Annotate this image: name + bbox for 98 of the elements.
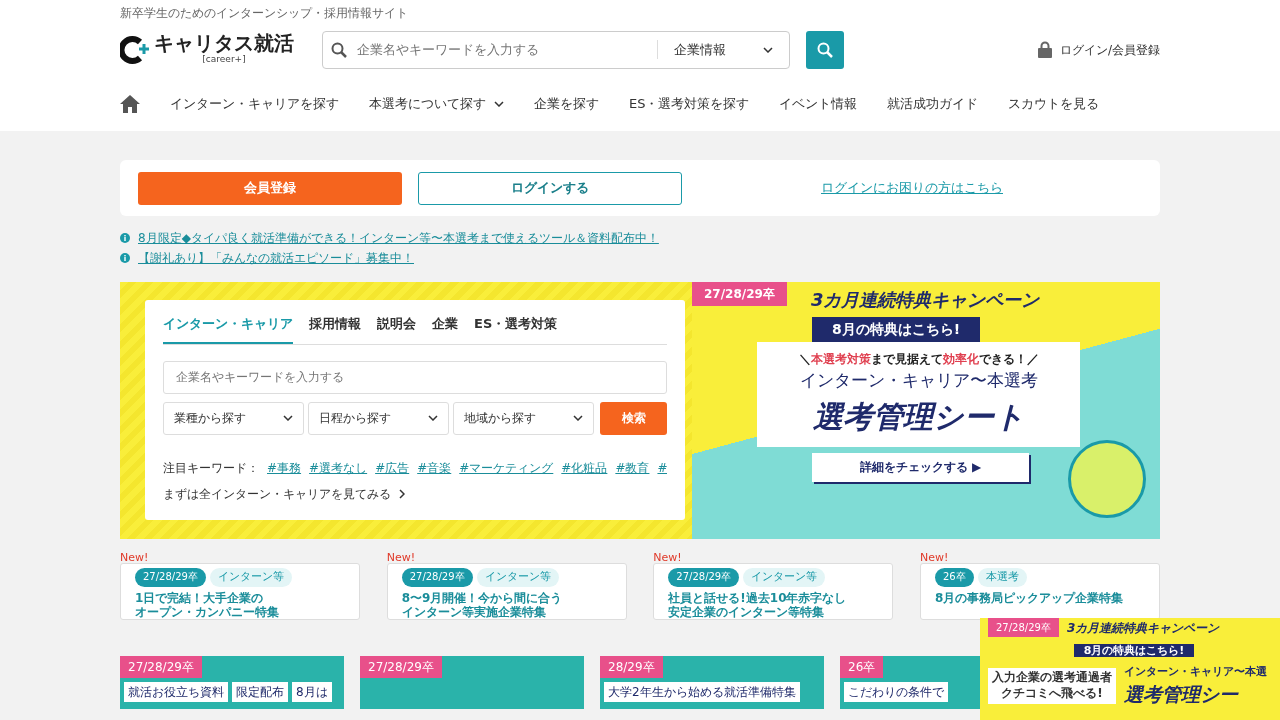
chevron-down-icon [763, 46, 773, 53]
year-tag: 28/29卒 [600, 656, 663, 678]
new-label: New! [120, 552, 150, 563]
campaign-subtitle: インターン・キャリア〜本選考 [798, 369, 1039, 392]
search-tab[interactable]: 採用情報 [309, 300, 361, 344]
feature-tag: 26卒 [934, 568, 974, 587]
campaign-title: 3カ月連続特典キャンペーン [810, 288, 1040, 312]
feature-title: 8〜9月開催！今から間に合う [401, 590, 564, 605]
campaign-catchphrase: ＼本選考対策まで見据えて効率化できる！／ [797, 351, 1040, 368]
keyword-field[interactable]: 企業名やキーワードを入力する [163, 360, 667, 394]
feature-title: オープン・カンパニー特集 [135, 604, 280, 620]
campaign-headline: 選考管理シート [811, 397, 1026, 436]
nav-link[interactable]: インターン・キャリアを探す [170, 94, 339, 114]
feature-title: インターン等実施企業特集 [401, 604, 547, 620]
new-label: New! [653, 552, 683, 563]
nav-link[interactable]: イベント情報 [779, 94, 858, 114]
thumbnail-text: 8月は [292, 682, 332, 702]
feature-title: 社員と話せる!過去10年赤字なし [668, 590, 848, 605]
logo-icon [120, 35, 150, 64]
search-tab[interactable]: ES・選考対策 [474, 300, 558, 344]
year-tag: 27/28/29卒 [120, 656, 202, 678]
feature-card[interactable]: 26卒 本選考 8月の事務局ピックアップ企業特集 [919, 563, 1160, 620]
thumbnail-text: 大学2年生から始める就活準備特集 [604, 682, 800, 702]
filter-select[interactable]: 業種から探す [163, 401, 304, 435]
campaign-ribbon: 8月の特典はこちら! [811, 317, 981, 342]
year-tag: 26卒 [840, 656, 884, 678]
keywords-label: 注目キーワード： [163, 459, 259, 477]
feature-title: 安定企業のインターン等特集 [668, 604, 825, 620]
feature-tag: インターン等 [209, 568, 292, 587]
search-tab[interactable]: 企業 [432, 300, 458, 344]
keyword-link[interactable]: #化粧品 [561, 458, 608, 477]
chevron-down-icon [573, 415, 583, 421]
article-thumbnail[interactable]: 27/28/29卒 就活お役立ち資料 限定配布 8月は [120, 656, 344, 709]
year-tag: 27/28/29卒 [360, 656, 442, 678]
new-label: New! [919, 552, 950, 563]
nav-link[interactable]: 就活成功ガイド [887, 94, 979, 114]
lock-icon [1037, 41, 1052, 58]
chevron-down-icon [428, 415, 438, 421]
category-select[interactable]: 企業情報 [657, 39, 789, 60]
campaign-banner[interactable]: 27/28/29卒 3カ月連続特典キャンペーン 8月の特典はこちら! ＼本選考対策まで見据えて効率化できる！／ インターン・キャリア〜本選考 選考管理シート 詳細をチェックする ▶ [692, 282, 1160, 539]
nav-link[interactable]: 本選考について探す [369, 94, 504, 114]
campaign-headline: 選考管理シー [1124, 682, 1240, 707]
chevron-down-icon [283, 415, 293, 421]
keyword-link[interactable]: #事務 [267, 458, 302, 477]
details-button[interactable]: 詳細をチェックする ▶ [812, 452, 1029, 482]
feature-tag: 27/28/29卒 [668, 568, 740, 587]
chevron-right-icon [399, 488, 405, 499]
feature-title: 8月の事務局ピックアップ企業特集 [934, 590, 1125, 605]
nav-link[interactable]: 企業を探す [534, 94, 599, 114]
keyword-link[interactable]: #音楽 [417, 458, 452, 477]
filter-select[interactable]: 地域から探す [453, 401, 594, 435]
keyword-link[interactable]: #広告 [375, 458, 410, 477]
keyword-link[interactable]: #教育 [615, 458, 650, 477]
logo-text: キャリタス就活 [154, 32, 294, 53]
feature-card[interactable]: 27/28/29卒 インターン等 8〜9月開催！今から間に合う インターン等実施企業特集 [386, 563, 627, 620]
login-link[interactable]: ログイン/会員登録 [1059, 40, 1160, 59]
feature-tag: インターン等 [743, 568, 826, 587]
feature-card[interactable]: 27/28/29卒 インターン等 1日で完結！大手企業の オープン・カンパニー特集 [120, 563, 360, 620]
logo-subtext: [career+] [201, 53, 247, 66]
keyword-link[interactable]: #選考なし [309, 458, 368, 477]
login-button[interactable]: ログインする [418, 171, 682, 205]
campaign-catchphrase: 入力企業の選考通過者 クチコミへ飛べる! [988, 668, 1116, 704]
feature-tag: 本選考 [977, 568, 1027, 587]
feature-title: 1日で完結！大手企業の [135, 590, 265, 605]
all-listings-link[interactable]: まずは全インターン・キャリアを見てみる [163, 484, 391, 503]
search-icon [817, 41, 833, 58]
search-field[interactable]: 企業名やキーワードを入力する 企業情報 [322, 30, 790, 69]
notice-link[interactable]: 【謝礼あり】「みんなの就活エピソード」募集中！ [138, 249, 414, 267]
search-button[interactable] [806, 30, 844, 69]
thumbnail-text: こだわりの条件で [844, 682, 948, 702]
nav-link[interactable]: ES・選考対策を探す [629, 94, 750, 114]
year-tag: 27/28/29卒 [692, 282, 787, 306]
search-tab[interactable]: 説明会 [377, 300, 416, 344]
home-icon[interactable] [120, 95, 140, 113]
filter-select[interactable]: 日程から探す [308, 401, 449, 435]
login-help-link[interactable]: ログインにお困りの方はこちら [821, 178, 1003, 198]
search-icon [331, 41, 347, 58]
year-tag: 27/28/29卒 [988, 618, 1059, 637]
campaign-toast[interactable]: 27/28/29卒 3カ月連続特典キャンペーン 8月の特典はこちら! 入力企業の選考通過者 クチコミへ飛べる! インターン・キャリア〜本選 選考管理シー [980, 618, 1280, 720]
new-label: New! [386, 552, 417, 563]
feature-tag: 27/28/29卒 [135, 568, 206, 587]
feature-tag: インターン等 [476, 568, 559, 587]
feature-card[interactable]: 27/28/29卒 インターン等 社員と話せる!過去10年赤字なし 安定企業のインターン等特集 [653, 563, 894, 620]
feature-tag: 27/28/29卒 [401, 568, 473, 587]
campaign-subtitle: インターン・キャリア〜本選 [1124, 663, 1267, 680]
nav-link[interactable]: スカウトを見る [1008, 94, 1100, 114]
campaign-ribbon: 8月の特典はこちら! [1073, 644, 1195, 657]
article-thumbnail[interactable]: 28/29卒 大学2年生から始める就活準備特集 [600, 656, 824, 709]
site-tagline: 新卒学生のためのインターンシップ・採用情報サイト [120, 6, 408, 20]
info-icon [120, 233, 130, 243]
info-icon [120, 253, 130, 263]
keyword-link[interactable]: # [657, 458, 667, 477]
campaign-title: 3カ月連続特典キャンペーン [1066, 619, 1220, 637]
keyword-link[interactable]: #マーケティング [459, 458, 554, 477]
thumbnail-text: 限定配布 [232, 682, 288, 702]
thumbnail-text: 就活お役立ち資料 [124, 682, 228, 702]
article-thumbnail[interactable]: 27/28/29卒 [360, 656, 584, 709]
notice-link[interactable]: 8月限定◆タイパ良く就活準備ができる！インターン等〜本選考まで使えるツール＆資料配布中！ [138, 229, 659, 247]
